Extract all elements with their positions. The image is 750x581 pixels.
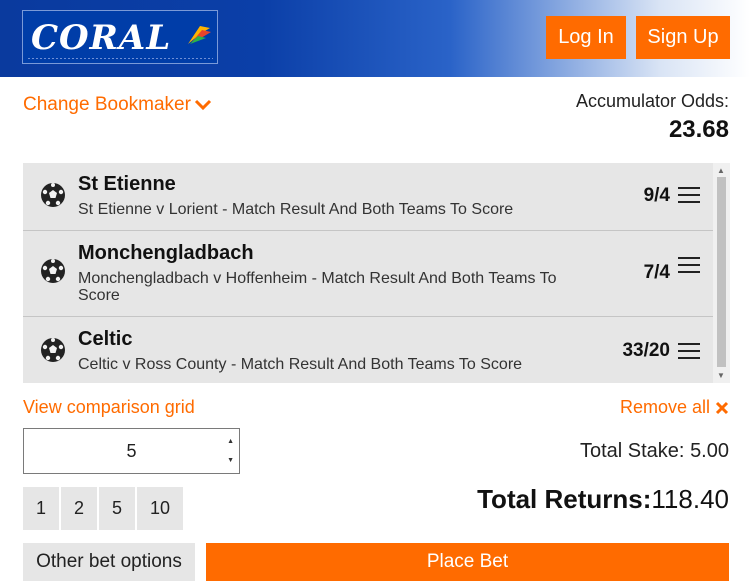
total-stake-label: Total Stake:	[579, 440, 685, 462]
signup-button[interactable]: Sign Up	[636, 16, 730, 59]
bet-item: St Etienne St Etienne v Lorient - Match …	[23, 163, 713, 230]
bet-market: St Etienne v Lorient - Match Result And …	[78, 201, 514, 218]
bet-item: Monchengladbach Monchengladbach v Hoffen…	[23, 230, 713, 316]
view-comparison-grid-link[interactable]: View comparison grid	[23, 397, 195, 418]
football-icon	[41, 259, 65, 283]
total-stake: Total Stake: 5.00	[580, 440, 729, 463]
bet-market: Monchengladbach v Hoffenheim - Match Res…	[78, 270, 557, 304]
bet-team: Monchengladbach	[78, 242, 254, 264]
quick-stake-button[interactable]: 2	[61, 487, 97, 530]
bet-odds: 7/4	[643, 262, 670, 283]
remove-all-button[interactable]: Remove all	[620, 397, 729, 418]
header: CORAL Log In Sign Up	[0, 0, 750, 77]
stake-input[interactable]: 5 ▲ ▼	[23, 428, 240, 474]
football-icon	[41, 183, 65, 207]
logo-dots	[27, 57, 213, 60]
drag-handle-icon[interactable]	[678, 257, 700, 274]
change-bookmaker-link[interactable]: Change Bookmaker	[23, 94, 212, 116]
quick-stake-button[interactable]: 10	[137, 487, 183, 530]
place-bet-button[interactable]: Place Bet	[206, 543, 729, 581]
bet-odds: 33/20	[622, 340, 670, 361]
bet-market: Celtic v Ross County - Match Result And …	[78, 356, 523, 373]
bet-list: St Etienne St Etienne v Lorient - Match …	[23, 163, 730, 383]
total-returns: Total Returns:118.40	[477, 484, 729, 515]
bet-team: St Etienne	[78, 173, 176, 195]
coral-logo[interactable]: CORAL	[22, 10, 218, 64]
other-bet-options-button[interactable]: Other bet options	[23, 543, 195, 581]
accumulator-odds-label: Accumulator Odds:	[575, 91, 729, 111]
quick-stake-button[interactable]: 5	[99, 487, 135, 530]
scroll-up-arrow-icon[interactable]: ▲	[717, 166, 725, 175]
close-icon	[715, 401, 729, 414]
login-button[interactable]: Log In	[546, 16, 626, 59]
stepper-up-icon[interactable]: ▲	[227, 438, 234, 445]
bet-odds: 9/4	[643, 185, 670, 206]
scroll-thumb[interactable]	[717, 177, 726, 367]
remove-all-label: Remove all	[619, 397, 710, 417]
bet-team: Celtic	[78, 328, 133, 350]
total-stake-value: 5.00	[690, 440, 729, 462]
logo-flag-icon	[188, 26, 211, 44]
drag-handle-icon[interactable]	[678, 343, 700, 360]
scrollbar[interactable]: ▲ ▼	[713, 163, 730, 383]
football-icon	[41, 338, 65, 362]
quick-stake-button[interactable]: 1	[23, 487, 59, 530]
drag-handle-icon[interactable]	[678, 187, 700, 204]
stepper-down-icon[interactable]: ▼	[227, 457, 234, 464]
change-bookmaker-label: Change Bookmaker	[23, 94, 191, 115]
logo-text: CORAL	[31, 18, 172, 58]
bet-item: Celtic Celtic v Ross County - Match Resu…	[23, 316, 713, 383]
scroll-down-arrow-icon[interactable]: ▼	[717, 371, 725, 380]
accumulator-odds-value: 23.68	[668, 116, 729, 143]
total-returns-label: Total Returns:	[477, 484, 652, 514]
chevron-down-icon	[194, 99, 211, 111]
stake-value: 5	[126, 440, 137, 461]
total-returns-value: 118.40	[651, 484, 729, 514]
